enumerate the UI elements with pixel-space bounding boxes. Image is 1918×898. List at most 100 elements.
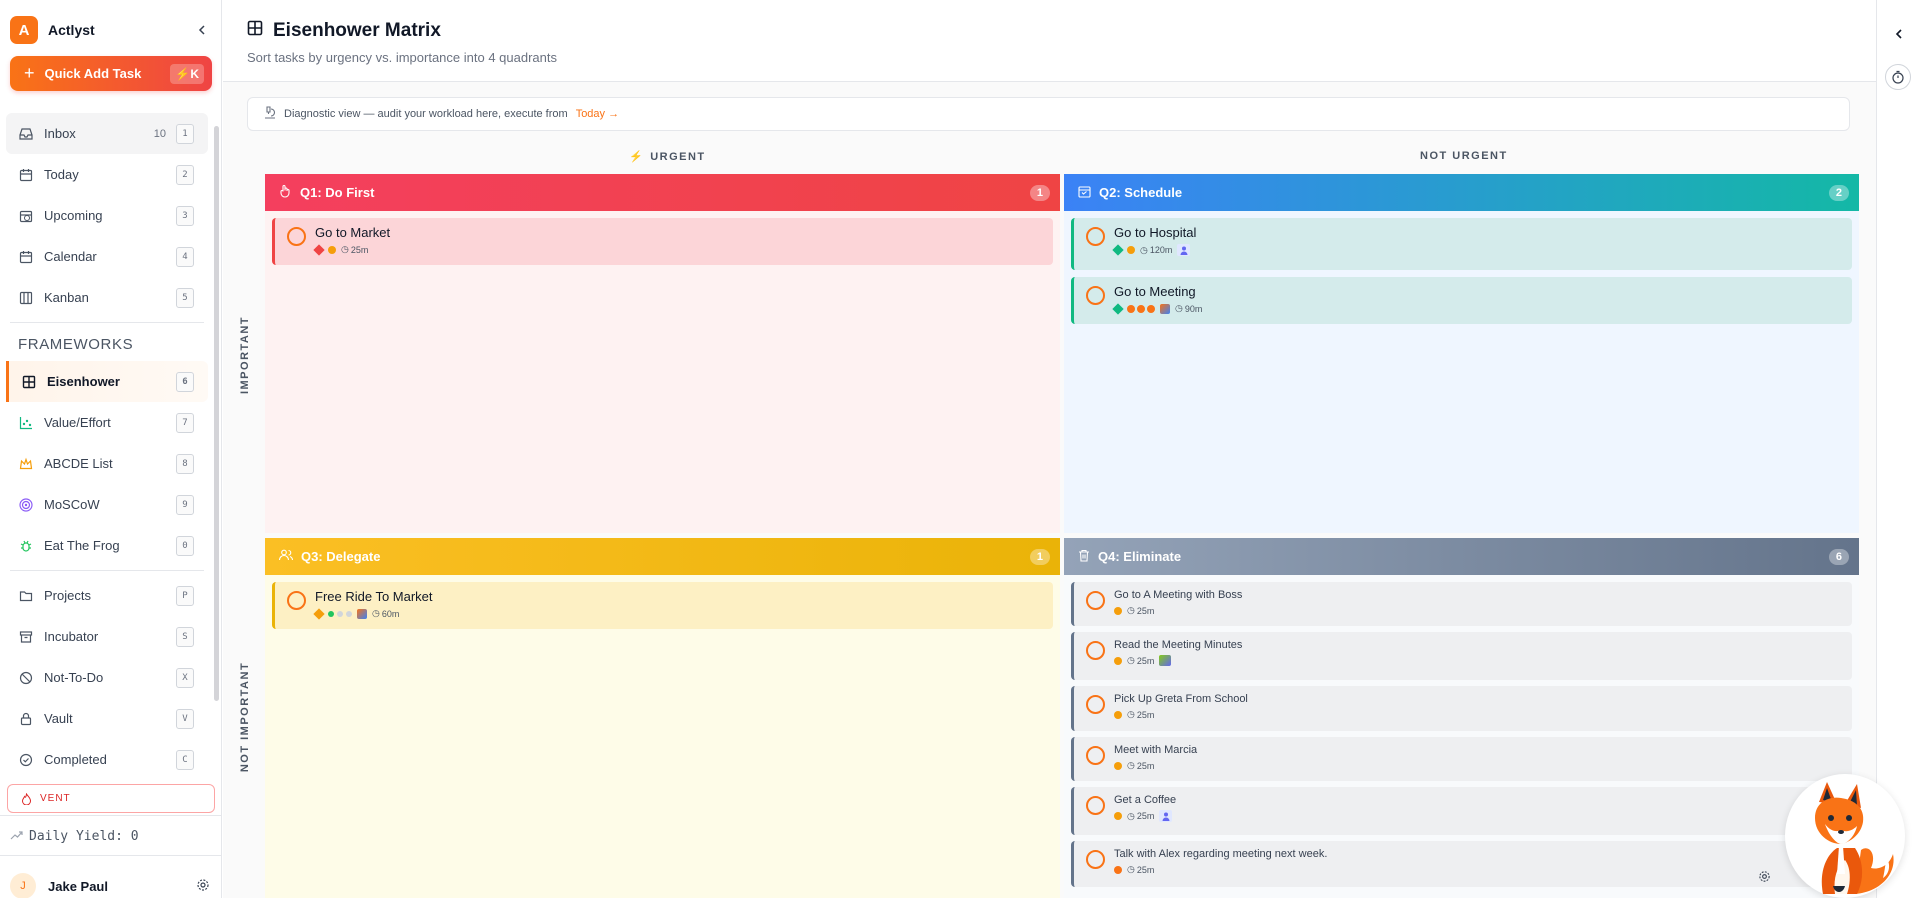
task-checkbox[interactable] — [1086, 746, 1105, 765]
chevron-left-icon[interactable] — [194, 22, 210, 38]
divider — [0, 815, 222, 816]
quadrant-body[interactable]: Go to A Meeting with Boss ◷ 25m Read the … — [1064, 575, 1859, 898]
scatter-icon — [18, 415, 34, 431]
today-link[interactable]: Today → — [576, 108, 619, 120]
task-checkbox[interactable] — [1086, 641, 1105, 660]
duration: ◷ 25m — [1127, 709, 1154, 720]
frameworks-heading: FRAMEWORKS — [18, 335, 134, 353]
fox-mascot[interactable] — [1785, 774, 1905, 898]
duration-text: 90m — [1184, 303, 1203, 314]
clock-icon: ◷ — [1127, 760, 1135, 770]
task-checkbox[interactable] — [1086, 591, 1105, 610]
hand-icon — [279, 184, 292, 201]
clock-icon: ◷ — [1127, 605, 1135, 615]
grid-icon — [21, 374, 37, 390]
calendar-icon — [18, 167, 34, 183]
task-meta: ◷ 60m — [313, 607, 1043, 620]
clock-icon: ◷ — [1127, 709, 1135, 719]
task-card[interactable]: Go to A Meeting with Boss ◷ 25m — [1071, 582, 1852, 626]
quadrant-count: 2 — [1828, 184, 1849, 201]
task-meta: ◷ 25m — [313, 243, 1043, 256]
task-title: Free Ride To Market — [315, 589, 433, 604]
timer-icon[interactable] — [1885, 64, 1911, 90]
quadrant-header: Q3: Delegate 1 — [265, 538, 1060, 575]
task-card[interactable]: Go to Hospital ◷ 120m — [1071, 218, 1852, 270]
gear-icon[interactable] — [1758, 870, 1771, 886]
columns-icon — [18, 290, 34, 306]
task-checkbox[interactable] — [1086, 227, 1105, 246]
task-card[interactable]: Go to Market ◷ 25m — [272, 218, 1053, 265]
clock-icon: ◷ — [341, 244, 349, 254]
task-title: Talk with Alex regarding meeting next we… — [1114, 848, 1328, 860]
task-card[interactable]: Go to Meeting ◷ 90m — [1071, 277, 1852, 324]
clock-icon: ◷ — [372, 608, 380, 618]
trend-up-icon — [10, 829, 23, 844]
task-checkbox[interactable] — [1086, 286, 1105, 305]
quick-add-label: Quick Add Task — [44, 66, 142, 81]
sidebar-item-label: Projects — [44, 588, 91, 603]
energy-icon — [1127, 246, 1135, 254]
task-card[interactable]: Free Ride To Market ◷ 60m — [272, 582, 1053, 629]
plus-icon: + — [24, 63, 35, 83]
crown-icon — [18, 456, 34, 472]
quadrant-title: Q4: Eliminate — [1098, 549, 1182, 564]
brand: A Actlyst — [10, 16, 210, 44]
energy-dot — [337, 610, 343, 617]
sidebar-item-abcde-list[interactable]: ABCDE List 8 — [0, 443, 214, 484]
shortcut-key: 0 — [176, 535, 194, 556]
sidebar-item-calendar[interactable]: Calendar 4 — [0, 236, 214, 277]
task-checkbox[interactable] — [1086, 695, 1105, 714]
sidebar-item-label: Today — [44, 167, 79, 182]
sidebar-item-eat-the-frog[interactable]: Eat The Frog 0 — [0, 525, 214, 566]
important-axis-label: IMPORTANT — [239, 315, 251, 395]
sidebar-item-upcoming[interactable]: Upcoming 3 — [0, 195, 214, 236]
shortcut-key: C — [176, 749, 194, 770]
task-checkbox[interactable] — [287, 227, 306, 246]
gear-icon[interactable] — [196, 878, 210, 895]
task-card[interactable]: Meet with Marcia ◷ 25m — [1071, 737, 1852, 781]
task-card[interactable]: Get a Coffee ◷ 25m — [1071, 787, 1852, 835]
sidebar-item-today[interactable]: Today 2 — [0, 154, 214, 195]
sidebar-item-eisenhower[interactable]: Eisenhower 6 — [6, 361, 208, 402]
sidebar-item-label: Eisenhower — [47, 374, 120, 389]
task-card[interactable]: Read the Meeting Minutes ◷ 25m — [1071, 632, 1852, 680]
task-checkbox[interactable] — [287, 591, 306, 610]
shortcut-key: 8 — [176, 453, 194, 474]
task-card[interactable]: Talk with Alex regarding meeting next we… — [1071, 841, 1852, 887]
duration: ◷ 25m — [1127, 760, 1154, 771]
quick-add-task-button[interactable]: + Quick Add Task ⚡K — [10, 56, 212, 91]
sidebar-item-completed[interactable]: Completed C — [0, 739, 214, 780]
sidebar-item-vault[interactable]: Vault V — [0, 698, 214, 739]
sidebar-item-projects[interactable]: Projects P — [0, 575, 214, 616]
task-card[interactable]: Pick Up Greta From School ◷ 25m — [1071, 686, 1852, 731]
quadrant-body[interactable]: Free Ride To Market ◷ 60m — [265, 575, 1060, 898]
sidebar-scrollbar[interactable] — [214, 126, 219, 701]
energy-dot — [1147, 304, 1155, 313]
sidebar-item-moscow[interactable]: MoSCoW 9 — [0, 484, 214, 525]
task-title: Go to Meeting — [1114, 284, 1196, 299]
quadrant-header: Q1: Do First 1 — [265, 174, 1060, 211]
sidebar-item-kanban[interactable]: Kanban 5 — [0, 277, 214, 318]
divider — [10, 570, 204, 571]
chevron-left-icon[interactable] — [1889, 24, 1909, 44]
lock-icon — [18, 711, 34, 727]
task-checkbox[interactable] — [1086, 850, 1105, 869]
banner-text: Diagnostic view — audit your workload he… — [284, 108, 568, 120]
energy-dot — [346, 610, 352, 617]
context-icon — [1160, 303, 1170, 314]
ban-icon — [18, 670, 34, 686]
quadrant-body[interactable]: Go to Market ◷ 25m — [265, 211, 1060, 533]
sidebar-item-incubator[interactable]: Incubator S — [0, 616, 214, 657]
sidebar-item-label: Calendar — [44, 249, 97, 264]
vent-button[interactable]: VENT — [7, 784, 215, 813]
sidebar-item-inbox[interactable]: Inbox 10 1 — [6, 113, 208, 154]
check-circle-icon — [18, 752, 34, 768]
quadrant-header: Q4: Eliminate 6 — [1064, 538, 1859, 575]
task-checkbox[interactable] — [1086, 796, 1105, 815]
quadrant-body[interactable]: Go to Hospital ◷ 120m Go to Meeting ◷ 90… — [1064, 211, 1859, 533]
sidebar-item-value-effort[interactable]: Value/Effort 7 — [0, 402, 214, 443]
user-profile[interactable]: J Jake Paul — [10, 873, 210, 898]
sidebar-item-not-to-do[interactable]: Not-To-Do X — [0, 657, 214, 698]
duration-text: 25m — [1136, 655, 1155, 666]
page-subtitle: Sort tasks by urgency vs. importance int… — [247, 50, 557, 65]
